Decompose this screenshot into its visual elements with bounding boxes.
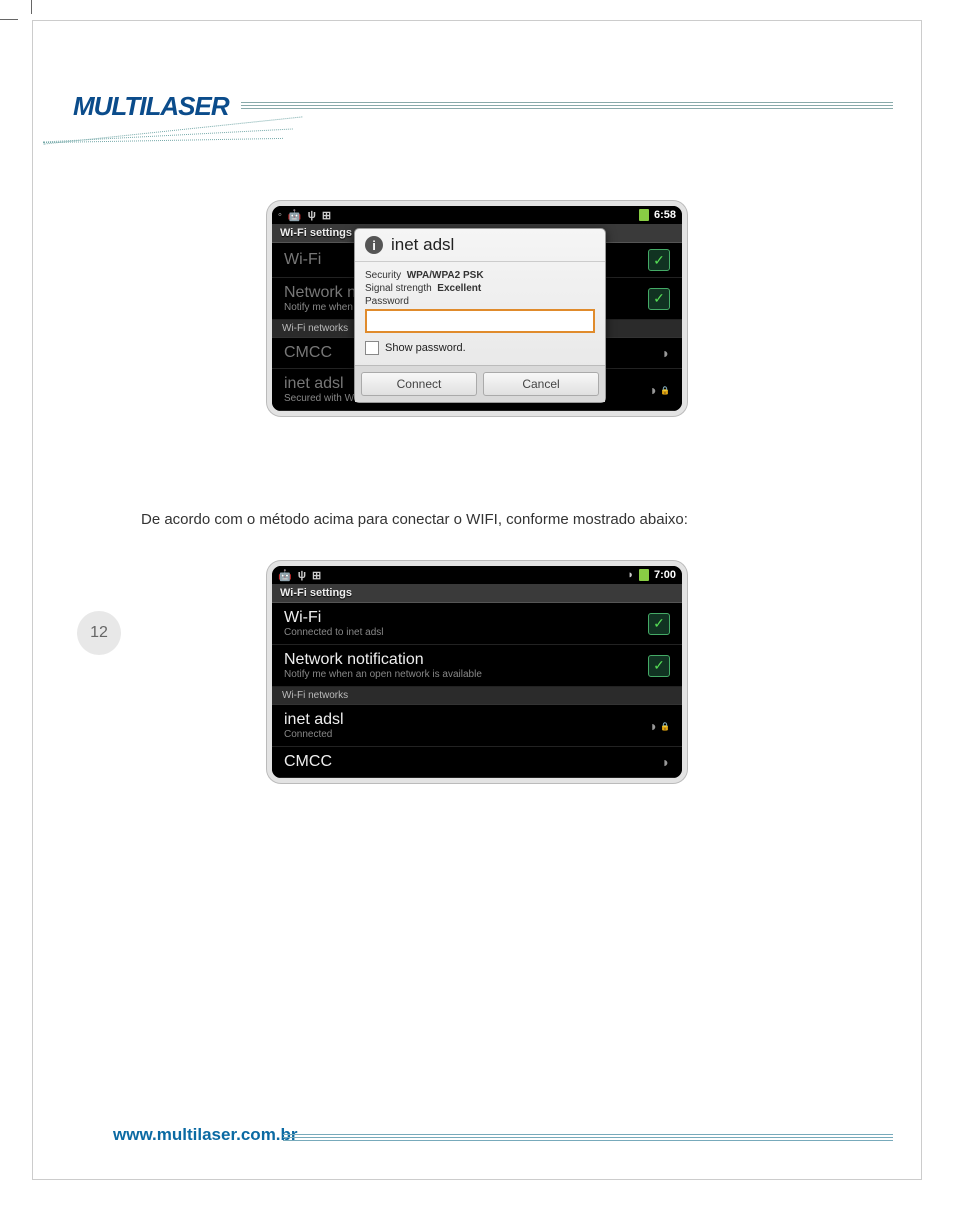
wifi-signal-icon: ◗	[662, 345, 670, 361]
status-icons-right: 6:58	[639, 209, 676, 221]
signal-row: Signal strength Excellent	[365, 283, 595, 294]
crop-mark	[0, 19, 18, 20]
network-name: CMCC	[284, 344, 332, 362]
debug-icon: ⊞	[322, 209, 331, 222]
security-label: Security	[365, 270, 401, 281]
network-security-sub: Secured with WP	[284, 393, 361, 404]
status-clock: 6:58	[654, 209, 676, 221]
dialog-title: inet adsl	[391, 235, 454, 255]
dialog-body: Security WPA/WPA2 PSK Signal strength Ex…	[355, 262, 605, 365]
password-label: Password	[365, 296, 595, 307]
dialog-header: i inet adsl	[355, 229, 605, 262]
page-number: 12	[77, 611, 121, 655]
network-notification-checkbox[interactable]: ✓	[648, 655, 670, 677]
wifi-toggle-label: Wi-Fi	[284, 251, 321, 269]
status-icons-left: 🤖 ψ ⊞	[278, 569, 321, 582]
wifi-connected-sub: Connected to inet adsl	[284, 627, 384, 638]
android-icon: 🤖	[288, 209, 302, 222]
status-icons-left: ◦ 🤖 ψ ⊞	[278, 209, 331, 222]
network-notification-checkbox[interactable]: ✓	[648, 288, 670, 310]
dialog-buttons: Connect Cancel	[355, 365, 605, 402]
wifi-icon: ◗	[627, 569, 634, 581]
status-bar: 🤖 ψ ⊞ ◗ 7:00	[272, 566, 682, 584]
android-icon: 🤖	[278, 569, 292, 582]
network-row-cmcc[interactable]: CMCC ◗	[272, 747, 682, 778]
network-name: inet adsl	[284, 711, 344, 729]
screenshot-wifi-connected: 🤖 ψ ⊞ ◗ 7:00 Wi-Fi settings Wi-Fi Connec…	[267, 561, 687, 783]
connect-button[interactable]: Connect	[361, 372, 477, 396]
show-password-row[interactable]: Show password.	[365, 341, 595, 355]
network-notification-sub: Notify me when	[284, 302, 356, 313]
wifi-networks-section: Wi-Fi networks	[272, 687, 682, 705]
battery-icon	[639, 569, 649, 581]
brand-logo: MULTILASER	[73, 91, 229, 122]
security-value: WPA/WPA2 PSK	[407, 270, 484, 281]
wifi-icon: ◦	[278, 209, 282, 221]
usb-icon: ψ	[308, 209, 316, 221]
header: MULTILASER	[73, 91, 893, 122]
info-icon: i	[365, 236, 383, 254]
wifi-toggle-checkbox[interactable]: ✓	[648, 249, 670, 271]
header-rule	[241, 102, 893, 111]
caption-text: De acordo com o método acima para conect…	[141, 511, 821, 528]
debug-icon: ⊞	[312, 569, 321, 582]
status-bar: ◦ 🤖 ψ ⊞ 6:58	[272, 206, 682, 224]
network-notification-label: Network notification	[284, 651, 482, 669]
crop-mark	[31, 0, 32, 14]
wifi-toggle-checkbox[interactable]: ✓	[648, 613, 670, 635]
footer-rule	[283, 1134, 893, 1143]
status-icons-right: ◗ 7:00	[627, 569, 676, 581]
signal-value: Excellent	[437, 283, 481, 294]
network-notification-label: Network n	[284, 284, 356, 302]
show-password-label: Show password.	[385, 342, 466, 354]
network-name: inet adsl	[284, 375, 361, 393]
show-password-checkbox[interactable]	[365, 341, 379, 355]
screen-title: Wi-Fi settings	[272, 584, 682, 603]
network-row-inetadsl[interactable]: inet adsl Connected ◗	[272, 705, 682, 747]
wifi-signal-secured-icon: ◗	[649, 382, 670, 398]
battery-icon	[639, 209, 649, 221]
wifi-signal-secured-icon: ◗	[649, 718, 670, 734]
signal-label: Signal strength	[365, 283, 432, 294]
wifi-signal-icon: ◗	[662, 754, 670, 770]
password-input[interactable]	[365, 309, 595, 333]
network-name: CMCC	[284, 753, 332, 771]
document-page: MULTILASER ◦ 🤖 ψ ⊞ 6:58 Wi-Fi settings W…	[32, 20, 922, 1180]
footer-url: www.multilaser.com.br	[113, 1125, 298, 1145]
security-row: Security WPA/WPA2 PSK	[365, 270, 595, 281]
network-status-sub: Connected	[284, 729, 344, 740]
wifi-toggle-row[interactable]: Wi-Fi Connected to inet adsl ✓	[272, 603, 682, 645]
wifi-toggle-label: Wi-Fi	[284, 609, 384, 627]
screenshot-wifi-dialog: ◦ 🤖 ψ ⊞ 6:58 Wi-Fi settings Wi-Fi ✓ Netw…	[267, 201, 687, 416]
decorative-lines	[43, 126, 323, 145]
network-notification-row[interactable]: Network notification Notify me when an o…	[272, 645, 682, 687]
wifi-connect-dialog: i inet adsl Security WPA/WPA2 PSK Signal…	[354, 228, 606, 403]
network-notification-sub: Notify me when an open network is availa…	[284, 669, 482, 680]
usb-icon: ψ	[298, 569, 306, 581]
cancel-button[interactable]: Cancel	[483, 372, 599, 396]
status-clock: 7:00	[654, 569, 676, 581]
